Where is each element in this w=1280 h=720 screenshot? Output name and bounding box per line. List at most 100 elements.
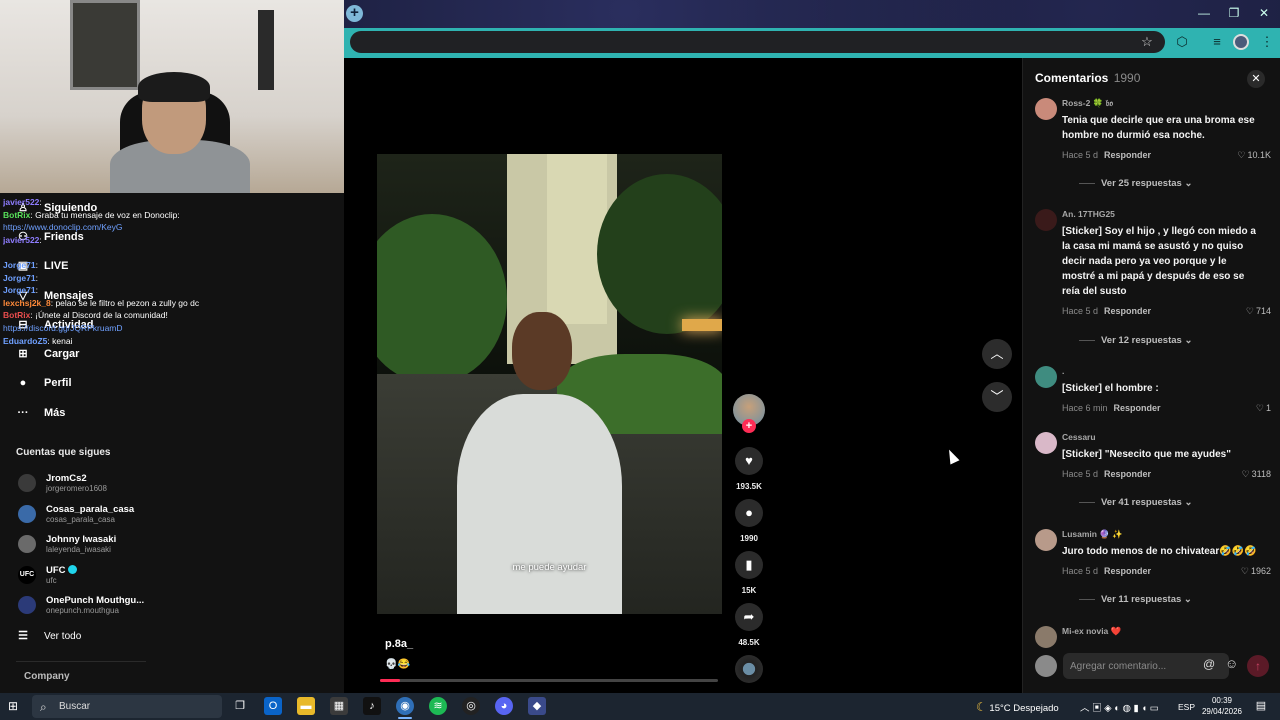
obs-icon[interactable]: ◎ bbox=[462, 697, 480, 715]
commenter-name[interactable]: Cessaru bbox=[1062, 432, 1096, 442]
account-text: JromCs2 jorgeromero1608 bbox=[46, 473, 107, 493]
chat-username: lexchsj2k_8 bbox=[3, 297, 51, 308]
chevron-down-icon: ⌄ bbox=[1181, 178, 1193, 189]
commenter-name[interactable]: Mi-ex novia ❤️ bbox=[1062, 626, 1121, 637]
commenter-avatar[interactable] bbox=[1035, 98, 1057, 120]
commenter-avatar[interactable] bbox=[1035, 432, 1057, 454]
followed-account[interactable]: Cosas_parala_casa cosas_parala_casa bbox=[18, 504, 134, 524]
notifications-icon[interactable]: ▤ bbox=[1252, 697, 1270, 715]
commenter-avatar[interactable] bbox=[1035, 366, 1057, 388]
see-all-button[interactable]: ☰ Ver todo bbox=[16, 629, 81, 643]
view-replies-button[interactable]: Ver 11 respuestas ⌄ bbox=[1079, 594, 1192, 605]
heart-outline-icon: ♡ bbox=[1245, 306, 1254, 316]
address-bar[interactable] bbox=[350, 31, 1165, 53]
comment-text: Tenia que decirle que era una broma ese … bbox=[1062, 115, 1255, 141]
share-count: 48.5K bbox=[738, 638, 760, 647]
nav-profile[interactable]: ● Perfil bbox=[16, 376, 72, 390]
view-replies-button[interactable]: Ver 25 respuestas ⌄ bbox=[1079, 178, 1192, 189]
nav-label: Perfil bbox=[44, 377, 72, 389]
taskbar-search[interactable]: ⌕ Buscar bbox=[32, 695, 222, 718]
profile-icon[interactable] bbox=[1233, 34, 1249, 50]
reply-button[interactable]: Responder bbox=[1104, 566, 1151, 576]
extensions-icon[interactable]: ⬡ bbox=[1173, 33, 1191, 51]
reply-button[interactable]: Responder bbox=[1104, 150, 1151, 160]
comment-like-button[interactable]: ♡ 10.1K bbox=[1237, 150, 1271, 161]
commenter-name[interactable]: Lusamin 🔮 ✨ bbox=[1062, 529, 1123, 540]
video-author[interactable]: p.8a_ bbox=[385, 638, 413, 650]
bookmark-icon[interactable]: ▮ bbox=[735, 551, 763, 579]
media-icon[interactable]: ≡ bbox=[1208, 33, 1226, 51]
comment-like-button[interactable]: ♡ 714 bbox=[1246, 306, 1271, 317]
video-player[interactable]: me puede ayudar bbox=[377, 154, 722, 614]
previous-video-button[interactable]: ︿ bbox=[982, 339, 1012, 369]
heart-icon[interactable]: ♥ bbox=[735, 447, 763, 475]
account-username: cosas_parala_casa bbox=[46, 514, 115, 524]
chat-message: javier522: bbox=[3, 196, 42, 209]
followed-account[interactable]: OnePunch Mouthgu... onepunch.mouthgua bbox=[18, 595, 144, 615]
chat-username: BotRix bbox=[3, 209, 31, 220]
language-indicator[interactable]: ESP bbox=[1178, 702, 1195, 712]
chevron-down-icon: ⌄ bbox=[1181, 594, 1192, 605]
chat-link[interactable]: https://discord.gg/JQRPkruamD bbox=[3, 323, 123, 333]
outlook-icon[interactable]: O bbox=[264, 697, 282, 715]
comment-like-button[interactable]: ♡ 1 bbox=[1256, 403, 1271, 414]
tray-icons[interactable]: ︿ ▣ ◈ ◐ ◍ ▮ ◖ ▭ bbox=[1080, 700, 1159, 714]
chat-link[interactable]: https://www.donoclip.com/KeyG bbox=[3, 222, 123, 232]
close-comments-button[interactable]: ✕ bbox=[1247, 70, 1265, 88]
followed-account[interactable]: JromCs2 jorgeromero1608 bbox=[18, 473, 107, 493]
comment-time: Hace 5 d bbox=[1062, 469, 1099, 479]
streamer-headset bbox=[138, 72, 210, 102]
discord-icon[interactable]: ◕ bbox=[495, 697, 513, 715]
commenter-name[interactable]: . bbox=[1062, 366, 1064, 376]
windows-start-icon[interactable]: ⊞ bbox=[8, 699, 22, 713]
maximize-button[interactable]: ❐ bbox=[1226, 5, 1242, 21]
new-tab-button[interactable]: + bbox=[346, 5, 363, 22]
comment-like-button[interactable]: ♡ 1962 bbox=[1241, 566, 1271, 577]
next-video-button[interactable]: ﹀ bbox=[982, 382, 1012, 412]
follow-button[interactable]: + bbox=[742, 419, 756, 433]
reply-button[interactable]: Responder bbox=[1104, 469, 1151, 479]
music-disc-icon[interactable] bbox=[735, 655, 763, 683]
window-close-button[interactable]: ✕ bbox=[1256, 5, 1272, 21]
comment-like-button[interactable]: ♡ 3118 bbox=[1242, 469, 1271, 480]
reply-button[interactable]: Responder bbox=[1104, 306, 1151, 316]
app-icon[interactable]: ◆ bbox=[528, 697, 546, 715]
view-replies-button[interactable]: Ver 12 respuestas ⌄ bbox=[1079, 335, 1192, 346]
store-icon[interactable]: ▦ bbox=[330, 697, 348, 715]
comment-meta: Hace 5 d Responder bbox=[1062, 306, 1151, 316]
commenter-name[interactable]: An. 17THG25 bbox=[1062, 209, 1115, 219]
menu-icon[interactable]: ⋮ bbox=[1258, 33, 1276, 51]
file-explorer-icon[interactable]: ▬ bbox=[297, 697, 315, 715]
followed-account[interactable]: Johnny Iwasaki laleyenda_iwasaki bbox=[18, 534, 116, 554]
heart-outline-icon: ♡ bbox=[1255, 403, 1264, 413]
verified-badge-icon bbox=[67, 564, 77, 574]
video-progress-bar[interactable] bbox=[380, 679, 718, 682]
minimize-button[interactable]: — bbox=[1196, 5, 1212, 21]
followed-account[interactable]: UFC UFC ufc bbox=[18, 564, 77, 585]
comment-time: Hace 5 d bbox=[1062, 566, 1099, 576]
chrome-icon[interactable]: ◉ bbox=[396, 697, 414, 715]
tiktok-icon[interactable]: ♪ bbox=[363, 697, 381, 715]
comment-icon[interactable]: ● bbox=[735, 499, 763, 527]
commenter-avatar[interactable] bbox=[1035, 529, 1057, 551]
star-icon[interactable]: ☆ bbox=[1138, 33, 1156, 51]
commenter-name[interactable]: Ross-2 🍀 𝔟𝔬 bbox=[1062, 98, 1113, 109]
commenter-avatar[interactable] bbox=[1035, 626, 1057, 648]
commenter-avatar[interactable] bbox=[1035, 209, 1057, 231]
nav-upload[interactable]: ⊞ Cargar bbox=[16, 347, 79, 361]
view-replies-label: Ver 11 respuestas bbox=[1101, 594, 1182, 605]
video-person-body bbox=[457, 394, 622, 614]
nav-more[interactable]: ··· Más bbox=[16, 406, 66, 420]
view-replies-button[interactable]: Ver 41 respuestas ⌄ bbox=[1079, 497, 1192, 508]
comment-like-count: 1 bbox=[1265, 403, 1271, 413]
reply-button[interactable]: Responder bbox=[1114, 403, 1161, 413]
mention-icon[interactable]: @ bbox=[1203, 657, 1215, 671]
clock[interactable]: 00:39 29/04/2026 bbox=[1196, 695, 1248, 717]
weather-widget[interactable]: ☾ 15°C Despejado bbox=[976, 700, 1059, 714]
company-link[interactable]: Company bbox=[24, 671, 70, 682]
task-view-icon[interactable]: ❐ bbox=[231, 697, 249, 715]
emoji-icon[interactable]: ☺ bbox=[1225, 656, 1238, 671]
spotify-icon[interactable]: ≋ bbox=[429, 697, 447, 715]
send-comment-button[interactable]: ↑ bbox=[1247, 655, 1269, 677]
share-icon[interactable]: ➦ bbox=[735, 603, 763, 631]
